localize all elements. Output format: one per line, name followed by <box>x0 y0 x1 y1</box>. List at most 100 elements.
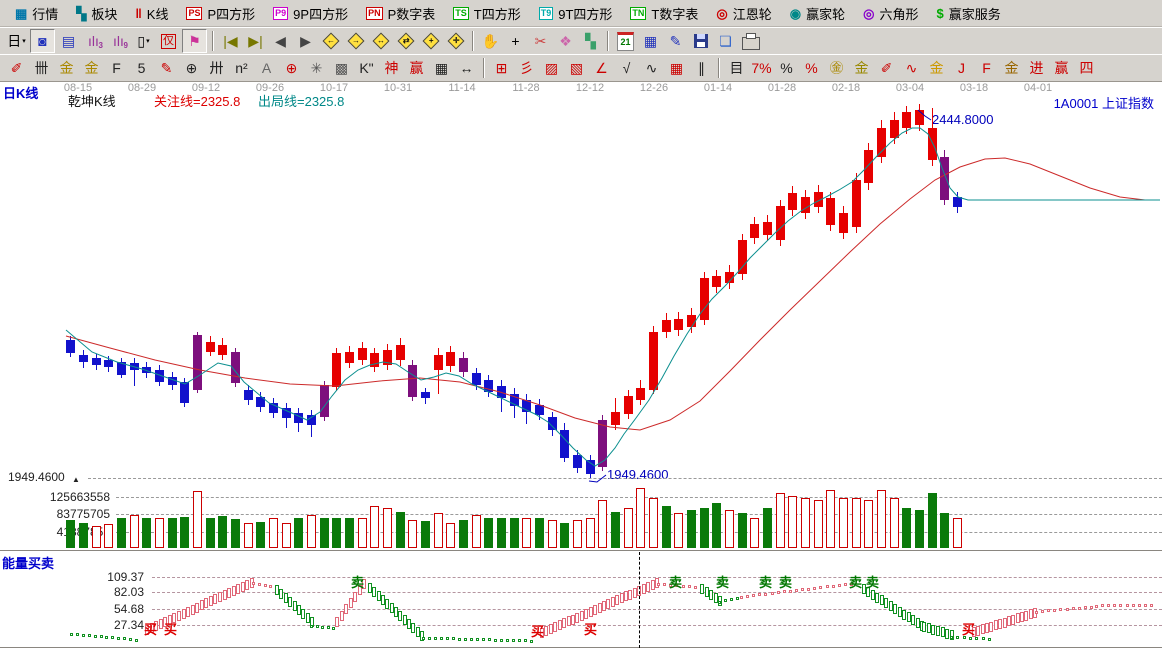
volume-scale-2: 83775705 <box>0 507 110 521</box>
gold2-icon[interactable]: 金 <box>925 57 948 79</box>
percent-icon[interactable]: % <box>775 57 798 79</box>
gold-grid2-icon[interactable]: 金 <box>80 57 103 79</box>
ying-line-icon[interactable]: 赢 <box>1050 57 1073 79</box>
j-line-icon[interactable]: J <box>950 57 973 79</box>
si-line-icon[interactable]: 四 <box>1075 57 1098 79</box>
gann-tool-button[interactable]: ❖ <box>554 30 577 52</box>
f-grid-icon[interactable]: F <box>105 57 128 79</box>
gold-circle-icon[interactable]: ㊎ <box>825 57 848 79</box>
star-box-icon[interactable]: ✳ <box>305 57 328 79</box>
expand-both-button[interactable]: ↔ <box>369 30 392 52</box>
web-box-icon[interactable]: ▩ <box>330 57 353 79</box>
angle-a-icon[interactable]: A <box>255 57 278 79</box>
wave-icon[interactable]: ∿ <box>640 57 663 79</box>
memo-button[interactable]: ✎ <box>664 30 687 52</box>
t-percent-icon[interactable]: 7% <box>750 57 773 79</box>
volume-bar <box>928 493 937 548</box>
menu-winner-service[interactable]: $赢家服务 <box>927 4 1009 23</box>
energy-dot <box>730 598 733 601</box>
p9-mini-chart-button[interactable]: ılı9 <box>107 30 130 52</box>
red-grid-icon[interactable]: ▦ <box>665 57 688 79</box>
period-day-button[interactable]: 日▾ <box>5 30 28 52</box>
ying-icon[interactable]: 赢 <box>405 57 428 79</box>
stats-icon[interactable]: 目 <box>725 57 748 79</box>
a-wave-icon[interactable]: ∿ <box>900 57 923 79</box>
f10-info-button[interactable]: ▤ <box>57 30 80 52</box>
menu-kline[interactable]: ‖K线 <box>126 4 177 23</box>
data-table-button[interactable]: ▦ <box>639 30 662 52</box>
print-button[interactable] <box>739 30 762 52</box>
hatch-box-icon[interactable]: ▨ <box>540 57 563 79</box>
pan-hand-button[interactable]: ✋ <box>479 30 502 52</box>
rays-icon[interactable]: 彡 <box>515 57 538 79</box>
flag-chart-button[interactable]: ⚑ <box>182 29 207 53</box>
save-button[interactable] <box>689 30 712 52</box>
prev-button-icon: ◀ <box>275 34 286 48</box>
si-line-icon-icon: 四 <box>1080 61 1094 75</box>
gold-grid-icon[interactable]: 金 <box>55 57 78 79</box>
candle-style-button[interactable]: ▯▾ <box>132 30 155 52</box>
parallel-icon[interactable]: ∥ <box>690 57 713 79</box>
circle-grid-icon[interactable]: ⊕ <box>180 57 203 79</box>
fence-icon[interactable]: 卅 <box>205 57 228 79</box>
pen-bars-icon[interactable]: ✐ <box>875 57 898 79</box>
jin-line-icon[interactable]: 进 <box>1025 57 1048 79</box>
merge-k-button[interactable]: 仅 <box>157 30 180 52</box>
zone-chart-button[interactable]: ◙ <box>30 29 55 53</box>
gold-line-icon[interactable]: 金 <box>1000 57 1023 79</box>
red-pen-icon[interactable]: ✎ <box>155 57 178 79</box>
red-crosshair-icon[interactable]: ⊕ <box>280 57 303 79</box>
zoom-in-button-icon: + <box>422 33 439 50</box>
prev-button[interactable]: ◀ <box>269 30 292 52</box>
menu-hexagon[interactable]: ◎六角形 <box>854 4 927 23</box>
next-button[interactable]: ▶ <box>294 30 317 52</box>
zoom-all-button[interactable]: ✛ <box>444 30 467 52</box>
ladder-grid-icon[interactable]: 卌 <box>30 57 53 79</box>
red-box-icon[interactable]: ⊞ <box>490 57 513 79</box>
menu-t-table[interactable]: TNT数字表 <box>621 4 707 23</box>
menu-p-square[interactable]: PSP四方形 <box>177 4 264 23</box>
menu-9p-square[interactable]: P99P四方形 <box>264 4 357 23</box>
grid-123-icon[interactable]: ▦ <box>430 57 453 79</box>
h-span-icon[interactable]: ↔ <box>455 57 478 79</box>
first-page-button[interactable]: |◀ <box>219 30 242 52</box>
k-line-icon[interactable]: K" <box>355 57 378 79</box>
p3-mini-chart-button[interactable]: ılı3 <box>82 30 105 52</box>
shen-icon[interactable]: 神 <box>380 57 403 79</box>
gold-lines-icon[interactable]: 金 <box>850 57 873 79</box>
f-line-icon[interactable]: F <box>975 57 998 79</box>
low-marker-icon: ▲ <box>72 475 80 484</box>
last-page-button[interactable]: ▶| <box>244 30 267 52</box>
menu-t-square[interactable]: TST四方形 <box>444 4 529 23</box>
menu-p-table[interactable]: PNP数字表 <box>357 4 444 23</box>
percent-lines-icon[interactable]: % <box>800 57 823 79</box>
block-tool-button[interactable]: ▚ <box>579 30 602 52</box>
red-box-icon-icon: ⊞ <box>496 61 508 75</box>
menu-winner-wheel[interactable]: ◉赢家轮 <box>781 4 854 23</box>
calendar-21-button[interactable]: 21 <box>614 30 637 52</box>
menu-hexagon-label: 六角形 <box>879 4 918 23</box>
five-grid-icon[interactable]: 5 <box>130 57 153 79</box>
menu-gann-wheel[interactable]: ◎江恩轮 <box>707 4 780 23</box>
shrink-x-button[interactable]: ← <box>319 30 342 52</box>
menu-quotes[interactable]: ▦行情 <box>6 4 67 23</box>
zoom-in-button[interactable]: + <box>419 30 442 52</box>
calendar-21-button-icon: 21 <box>617 32 634 51</box>
candle-body <box>117 362 126 375</box>
sell-marker: 卖 <box>779 572 792 591</box>
crosshair-button[interactable]: + <box>504 30 527 52</box>
energy-dot <box>117 637 120 640</box>
menu-sectors[interactable]: ▚板块 <box>67 4 126 23</box>
period-label[interactable]: 日K线 <box>3 83 38 102</box>
swap-x-button[interactable]: ⇄ <box>394 30 417 52</box>
check-line-icon[interactable]: √ <box>615 57 638 79</box>
gann-pen-icon[interactable]: ✐ <box>5 57 28 79</box>
menu-9t-square[interactable]: T99T四方形 <box>530 4 622 23</box>
hatch-box2-icon[interactable]: ▧ <box>565 57 588 79</box>
menu-winner-service-icon: $ <box>936 7 943 20</box>
cut-tool-button[interactable]: ✂ <box>529 30 552 52</box>
angle-line-icon[interactable]: ∠ <box>590 57 613 79</box>
n2-icon[interactable]: n² <box>230 57 253 79</box>
export-button[interactable]: ❏ <box>714 30 737 52</box>
expand-x-button[interactable]: → <box>344 30 367 52</box>
